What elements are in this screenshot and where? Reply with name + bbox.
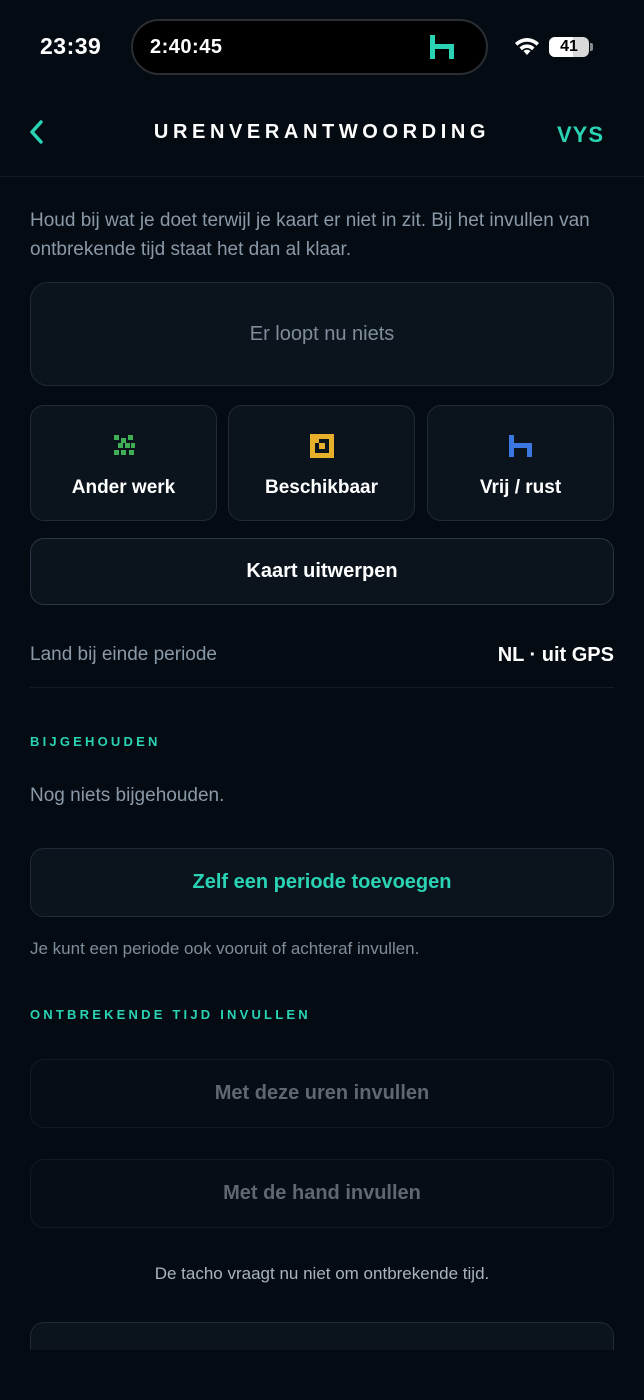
add-period-label: Zelf een periode toevoegen bbox=[192, 871, 452, 893]
tracked-section-title: BIJGEHOUDEN bbox=[30, 734, 161, 749]
available-label: Beschikbaar bbox=[264, 477, 378, 498]
current-activity-text: Er loopt nu niets bbox=[249, 322, 395, 345]
other-work-button[interactable]: Ander werk bbox=[30, 405, 217, 521]
fill-with-hours-label: Met deze uren invullen bbox=[214, 1082, 430, 1104]
rest-button[interactable]: Vrij / rust bbox=[427, 405, 614, 521]
hammers-icon bbox=[110, 432, 138, 460]
bottom-button-partial[interactable] bbox=[30, 1322, 614, 1350]
battery-level: 41 bbox=[560, 38, 578, 55]
status-time: 23:39 bbox=[40, 33, 102, 59]
dynamic-island[interactable]: 2:40:45 bbox=[131, 19, 488, 75]
tacho-note: De tacho vraagt nu niet om ontbrekende t… bbox=[154, 1264, 490, 1283]
fill-with-hours-button[interactable]: Met deze uren invullen bbox=[30, 1059, 614, 1128]
eject-card-label: Kaart uitwerpen bbox=[246, 560, 398, 582]
other-work-label: Ander werk bbox=[71, 477, 176, 498]
intro-text: Houd bij wat je doet terwijl je kaart er… bbox=[30, 210, 590, 260]
add-period-button[interactable]: Zelf een periode toevoegen bbox=[30, 848, 614, 917]
country-value[interactable]: NL · uit GPS bbox=[498, 644, 614, 667]
wifi-icon bbox=[513, 36, 541, 63]
country-divider bbox=[30, 687, 614, 688]
country-label: Land bij einde periode bbox=[30, 644, 217, 665]
add-period-hint: Je kunt een periode ook vooruit of achte… bbox=[30, 939, 420, 958]
bed-icon bbox=[428, 33, 458, 66]
brand-logo: VYS bbox=[557, 122, 605, 147]
page-title: URENVERANTWOORDING bbox=[153, 121, 491, 143]
fill-manually-label: Met de hand invullen bbox=[223, 1182, 421, 1204]
battery-indicator: 41 bbox=[549, 37, 589, 57]
available-box-icon bbox=[308, 432, 336, 460]
battery-tip bbox=[590, 43, 593, 51]
fill-manually-button[interactable]: Met de hand invullen bbox=[30, 1159, 614, 1228]
bottom-button-frame bbox=[30, 1322, 614, 1350]
eject-card-button[interactable]: Kaart uitwerpen bbox=[30, 538, 614, 605]
island-timer: 2:40:45 bbox=[150, 36, 223, 58]
rest-label: Vrij / rust bbox=[479, 477, 562, 498]
missing-section-title: ONTBREKENDE TIJD INVULLEN bbox=[30, 1007, 311, 1022]
available-button[interactable]: Beschikbaar bbox=[228, 405, 415, 521]
tracked-empty-text: Nog niets bijgehouden. bbox=[30, 785, 225, 806]
header-divider bbox=[0, 176, 644, 177]
current-activity-card: Er loopt nu niets bbox=[30, 282, 614, 386]
bed-icon bbox=[507, 432, 535, 460]
